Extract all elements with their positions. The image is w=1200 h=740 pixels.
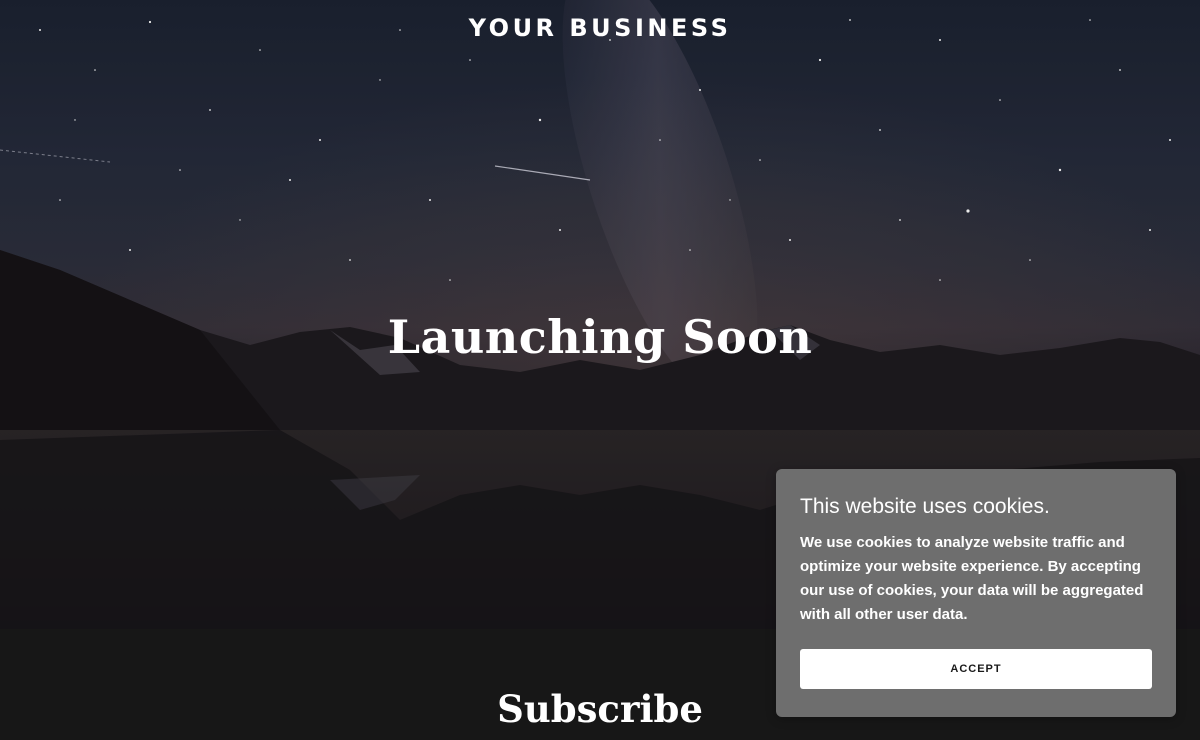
brand-name[interactable]: YOUR BUSINESS [0, 14, 1200, 42]
accept-cookies-button[interactable]: ACCEPT [800, 649, 1152, 689]
cookie-banner-text: We use cookies to analyze website traffi… [800, 534, 1144, 623]
cookie-banner: This website uses cookies. We use cookie… [776, 469, 1176, 717]
hero-title: Launching Soon [387, 310, 813, 364]
cookie-banner-title: This website uses cookies. [800, 495, 1050, 518]
